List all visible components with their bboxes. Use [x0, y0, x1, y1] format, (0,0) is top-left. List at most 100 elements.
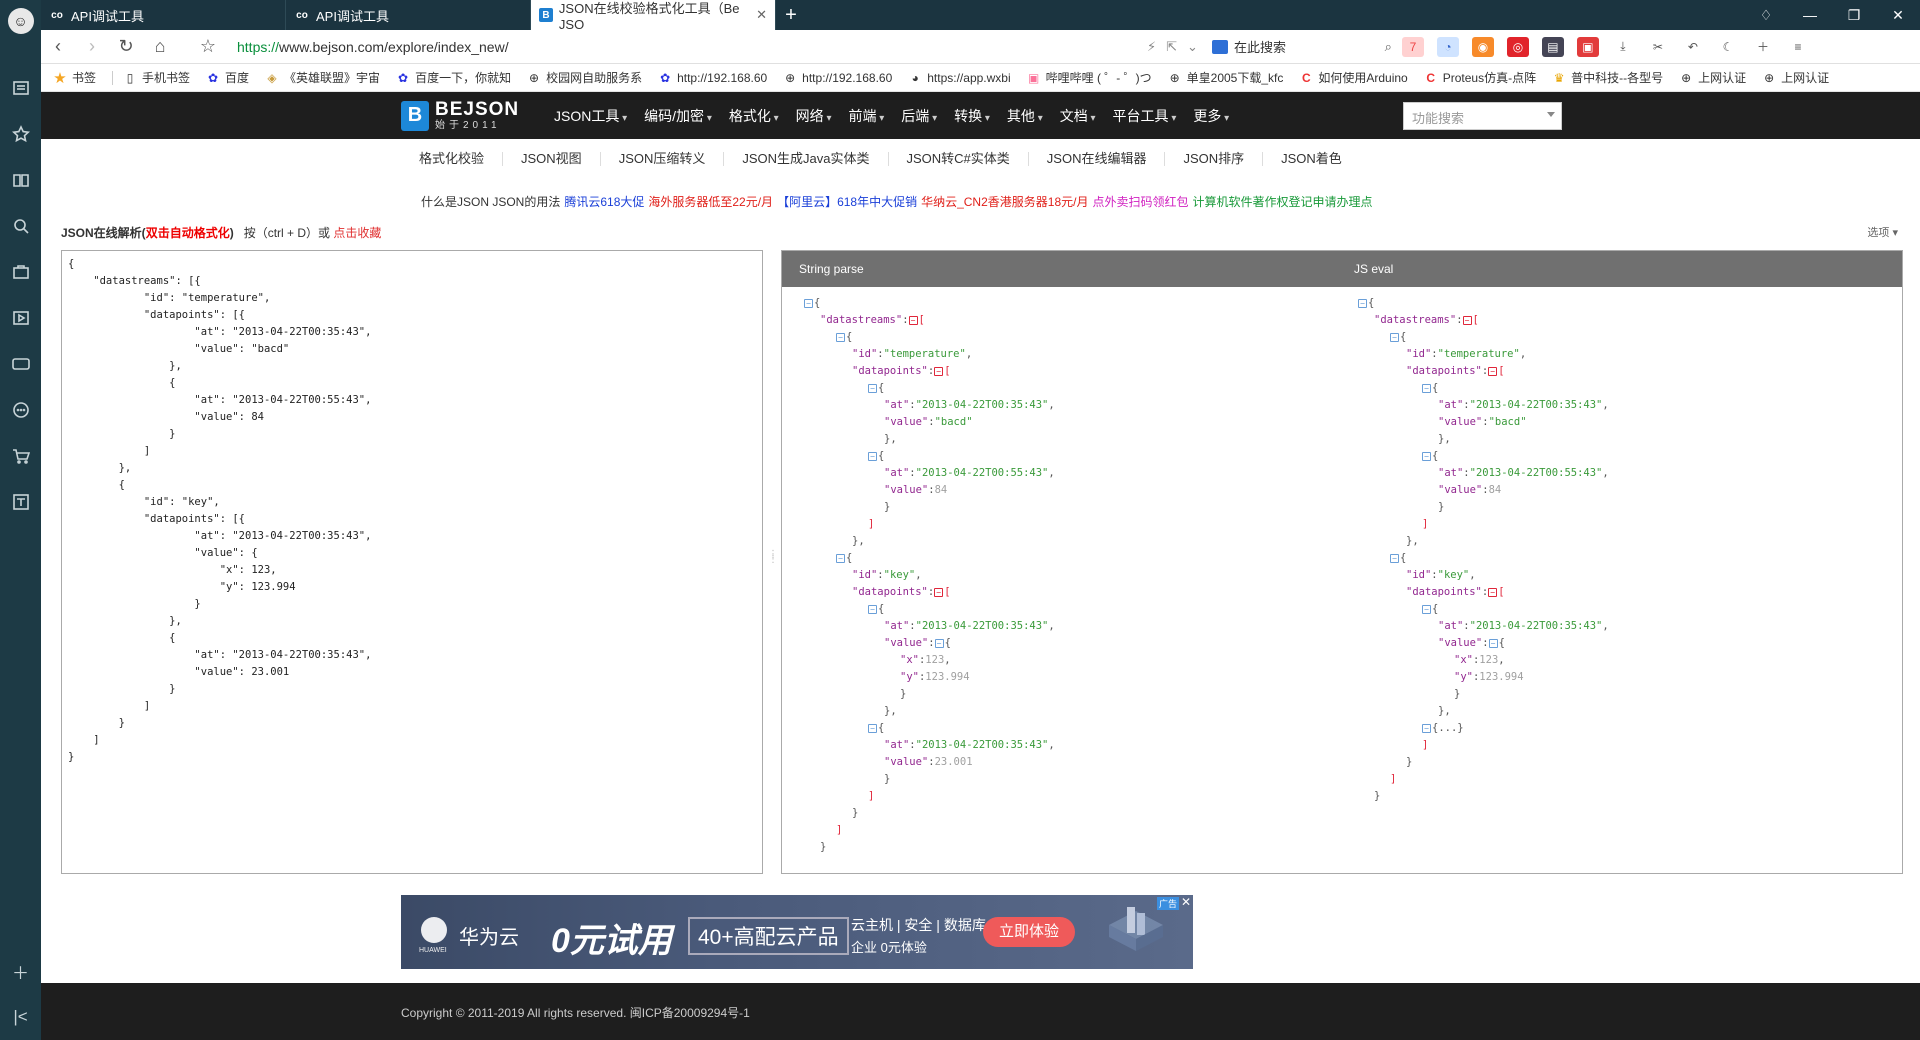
collapse-toggle-icon[interactable]: −	[836, 333, 845, 342]
plus-icon[interactable]: ＋	[1752, 37, 1774, 57]
ad-close-icon[interactable]: ✕	[1181, 895, 1191, 909]
minimize-icon[interactable]: —	[1788, 7, 1832, 23]
collapse-toggle-icon[interactable]: −	[1488, 588, 1498, 597]
collapse-toggle-icon[interactable]: −	[1422, 384, 1431, 393]
collapse-toggle-icon[interactable]: −	[908, 316, 918, 325]
bookmark-item[interactable]: ⊕ 校园网自助服务系	[527, 69, 642, 86]
home-icon[interactable]: ⌂	[143, 36, 177, 57]
scissors-icon[interactable]: ✂	[1647, 37, 1669, 57]
menu-icon[interactable]: ≡	[1787, 37, 1809, 57]
game-icon[interactable]: ◉	[1471, 36, 1494, 57]
moon-icon[interactable]: ☾	[1717, 37, 1739, 57]
reload-icon[interactable]: ↻	[109, 36, 143, 57]
collapse-toggle-icon[interactable]: −	[1390, 333, 1399, 342]
menu-item[interactable]: 其他	[1007, 106, 1043, 126]
search-icon[interactable]: ⌕	[1385, 39, 1392, 55]
book-icon[interactable]	[0, 157, 41, 203]
text-ad-link[interactable]: 海外服务器低至22元/月	[648, 195, 773, 209]
huawei-cloud-ad-banner[interactable]: HUAWEI 华为云 0元试用 40+高配云产品 云主机 | 安全 | 数据库 …	[401, 895, 1193, 969]
collapse-toggle-icon[interactable]: −	[1422, 605, 1431, 614]
menu-item[interactable]: 更多	[1193, 106, 1229, 126]
undo-icon[interactable]: ↶	[1682, 37, 1704, 57]
menu-item[interactable]: 文档	[1060, 106, 1096, 126]
collapse-toggle-icon[interactable]: −	[934, 367, 944, 376]
dropdown-icon[interactable]: ⌄	[1187, 39, 1198, 55]
bookmark-item[interactable]: ✿ 百度一下，你就知	[396, 69, 511, 86]
collapse-toggle-icon[interactable]: −	[934, 639, 944, 648]
favorites-star-icon[interactable]	[0, 111, 41, 157]
cart-icon[interactable]	[0, 433, 41, 479]
menu-item[interactable]: 前端	[848, 106, 884, 126]
collapse-toggle-icon[interactable]: −	[1488, 367, 1498, 376]
url-input[interactable]: https://www.bejson.com/explore/index_new…	[237, 39, 1147, 55]
text-ad-link[interactable]: 计算机软件著作权登记申请办理点	[1192, 195, 1372, 209]
bookmark-item[interactable]: ◕ https://app.wxbi	[908, 71, 1011, 85]
tshirt-skin-icon[interactable]: ♢	[1744, 7, 1788, 24]
subnav-item[interactable]: JSON转C#实体类	[889, 152, 1029, 166]
collapse-toggle-icon[interactable]: −	[1358, 299, 1367, 308]
menu-item[interactable]: 编码/加密	[644, 106, 712, 126]
sidebar-avatar-slot[interactable]: ☺	[0, 0, 41, 41]
bookmark-item[interactable]: ⊕ 上网认证	[1762, 69, 1829, 86]
subnav-item[interactable]: JSON排序	[1165, 152, 1264, 166]
bookmark-item[interactable]: ⊕ 上网认证	[1679, 69, 1746, 86]
collapse-toggle-icon[interactable]: −	[868, 452, 877, 461]
collapse-toggle-icon[interactable]: −	[934, 588, 944, 597]
add-panel-icon[interactable]: ＋	[0, 948, 41, 994]
bookmark-item[interactable]: C 如何使用Arduino	[1299, 69, 1408, 86]
lightning-icon[interactable]: ⚡	[1147, 39, 1156, 55]
options-dropdown[interactable]: 选项 ▾	[1867, 224, 1898, 240]
collapse-toggle-icon[interactable]: −	[868, 605, 877, 614]
avatar[interactable]: ☺	[7, 7, 34, 34]
json-input-editor[interactable]: { "datastreams": [{ "id": "temperature",…	[61, 250, 763, 874]
extension-icon[interactable]: ◔	[1436, 36, 1459, 57]
download-icon[interactable]: ⤓	[1612, 37, 1634, 57]
subnav-item[interactable]: JSON视图	[503, 152, 601, 166]
browser-tab-active[interactable]: B JSON在线校验格式化工具（Be JSO ✕	[531, 0, 776, 32]
subnav-item[interactable]: JSON着色	[1263, 152, 1360, 166]
forward-icon[interactable]: ›	[75, 36, 109, 57]
live-icon[interactable]	[0, 341, 41, 387]
briefcase-icon[interactable]	[0, 249, 41, 295]
bookmark-item[interactable]: C Proteus仿真-点阵	[1424, 69, 1536, 86]
collapse-toggle-icon[interactable]: −	[804, 299, 813, 308]
menu-item[interactable]: 平台工具	[1113, 106, 1177, 126]
search-box[interactable]: 在此搜索 ⌕	[1211, 37, 1392, 56]
collapse-toggle-icon[interactable]: −	[868, 724, 877, 733]
subnav-item[interactable]: JSON在线编辑器	[1029, 152, 1166, 166]
new-tab-icon[interactable]: +	[776, 0, 806, 30]
collapse-sidebar-icon[interactable]: |<	[0, 994, 41, 1040]
close-window-icon[interactable]: ✕	[1876, 7, 1920, 24]
collapse-toggle-icon[interactable]: −	[1462, 316, 1472, 325]
back-icon[interactable]: ‹	[41, 36, 75, 57]
restore-icon[interactable]: ❐	[1832, 7, 1876, 24]
search-icon[interactable]	[0, 203, 41, 249]
translate-icon[interactable]	[0, 479, 41, 525]
subnav-item[interactable]: JSON压缩转义	[601, 152, 725, 166]
menu-item[interactable]: JSON工具	[554, 106, 627, 126]
text-ad-link[interactable]: 华纳云_CN2香港服务器18元/月	[921, 195, 1088, 209]
panel-resize-handle[interactable]: ⋮ ⋮	[768, 550, 778, 565]
browser-tab[interactable]: co API调试工具	[286, 0, 531, 30]
bookmark-star-icon[interactable]: ☆	[191, 36, 225, 57]
function-search-select[interactable]: 功能搜索	[1403, 102, 1562, 130]
collapse-toggle-icon[interactable]: −	[1422, 724, 1431, 733]
bookmark-item[interactable]: ⊕ 单皇2005下载_kfc	[1168, 69, 1284, 86]
json-input-text[interactable]: { "datastreams": [{ "id": "temperature",…	[68, 256, 756, 766]
menu-item[interactable]: 格式化	[729, 106, 779, 126]
bookmark-item[interactable]: ▣ 哔哩哔哩 ( ゜- ゜)つ	[1027, 69, 1152, 86]
bookmark-item[interactable]: ★ 书签	[53, 69, 96, 87]
menu-item[interactable]: 后端	[901, 106, 937, 126]
bookmark-item[interactable]: ✿ http://192.168.60	[658, 71, 767, 85]
bookmark-item[interactable]: ◈ 《英雄联盟》宇宙	[265, 69, 380, 86]
extension-icon[interactable]: ▤	[1541, 36, 1564, 57]
ad-cta-button[interactable]: 立即体验	[983, 917, 1075, 947]
browser-tab[interactable]: co API调试工具	[41, 0, 286, 30]
add-favorite-link[interactable]: 点击收藏	[333, 226, 381, 240]
bookmark-item[interactable]: ▯ 手机书签	[123, 69, 190, 86]
text-ad-link[interactable]: 点外卖扫码领红包	[1092, 195, 1188, 209]
text-ad-link[interactable]: 【阿里云】618年中大促销	[777, 195, 917, 209]
reading-list-icon[interactable]	[0, 65, 41, 111]
text-ad-link[interactable]: 什么是JSON JSON的用法	[421, 195, 560, 209]
text-ad-link[interactable]: 腾讯云618大促	[564, 195, 644, 209]
